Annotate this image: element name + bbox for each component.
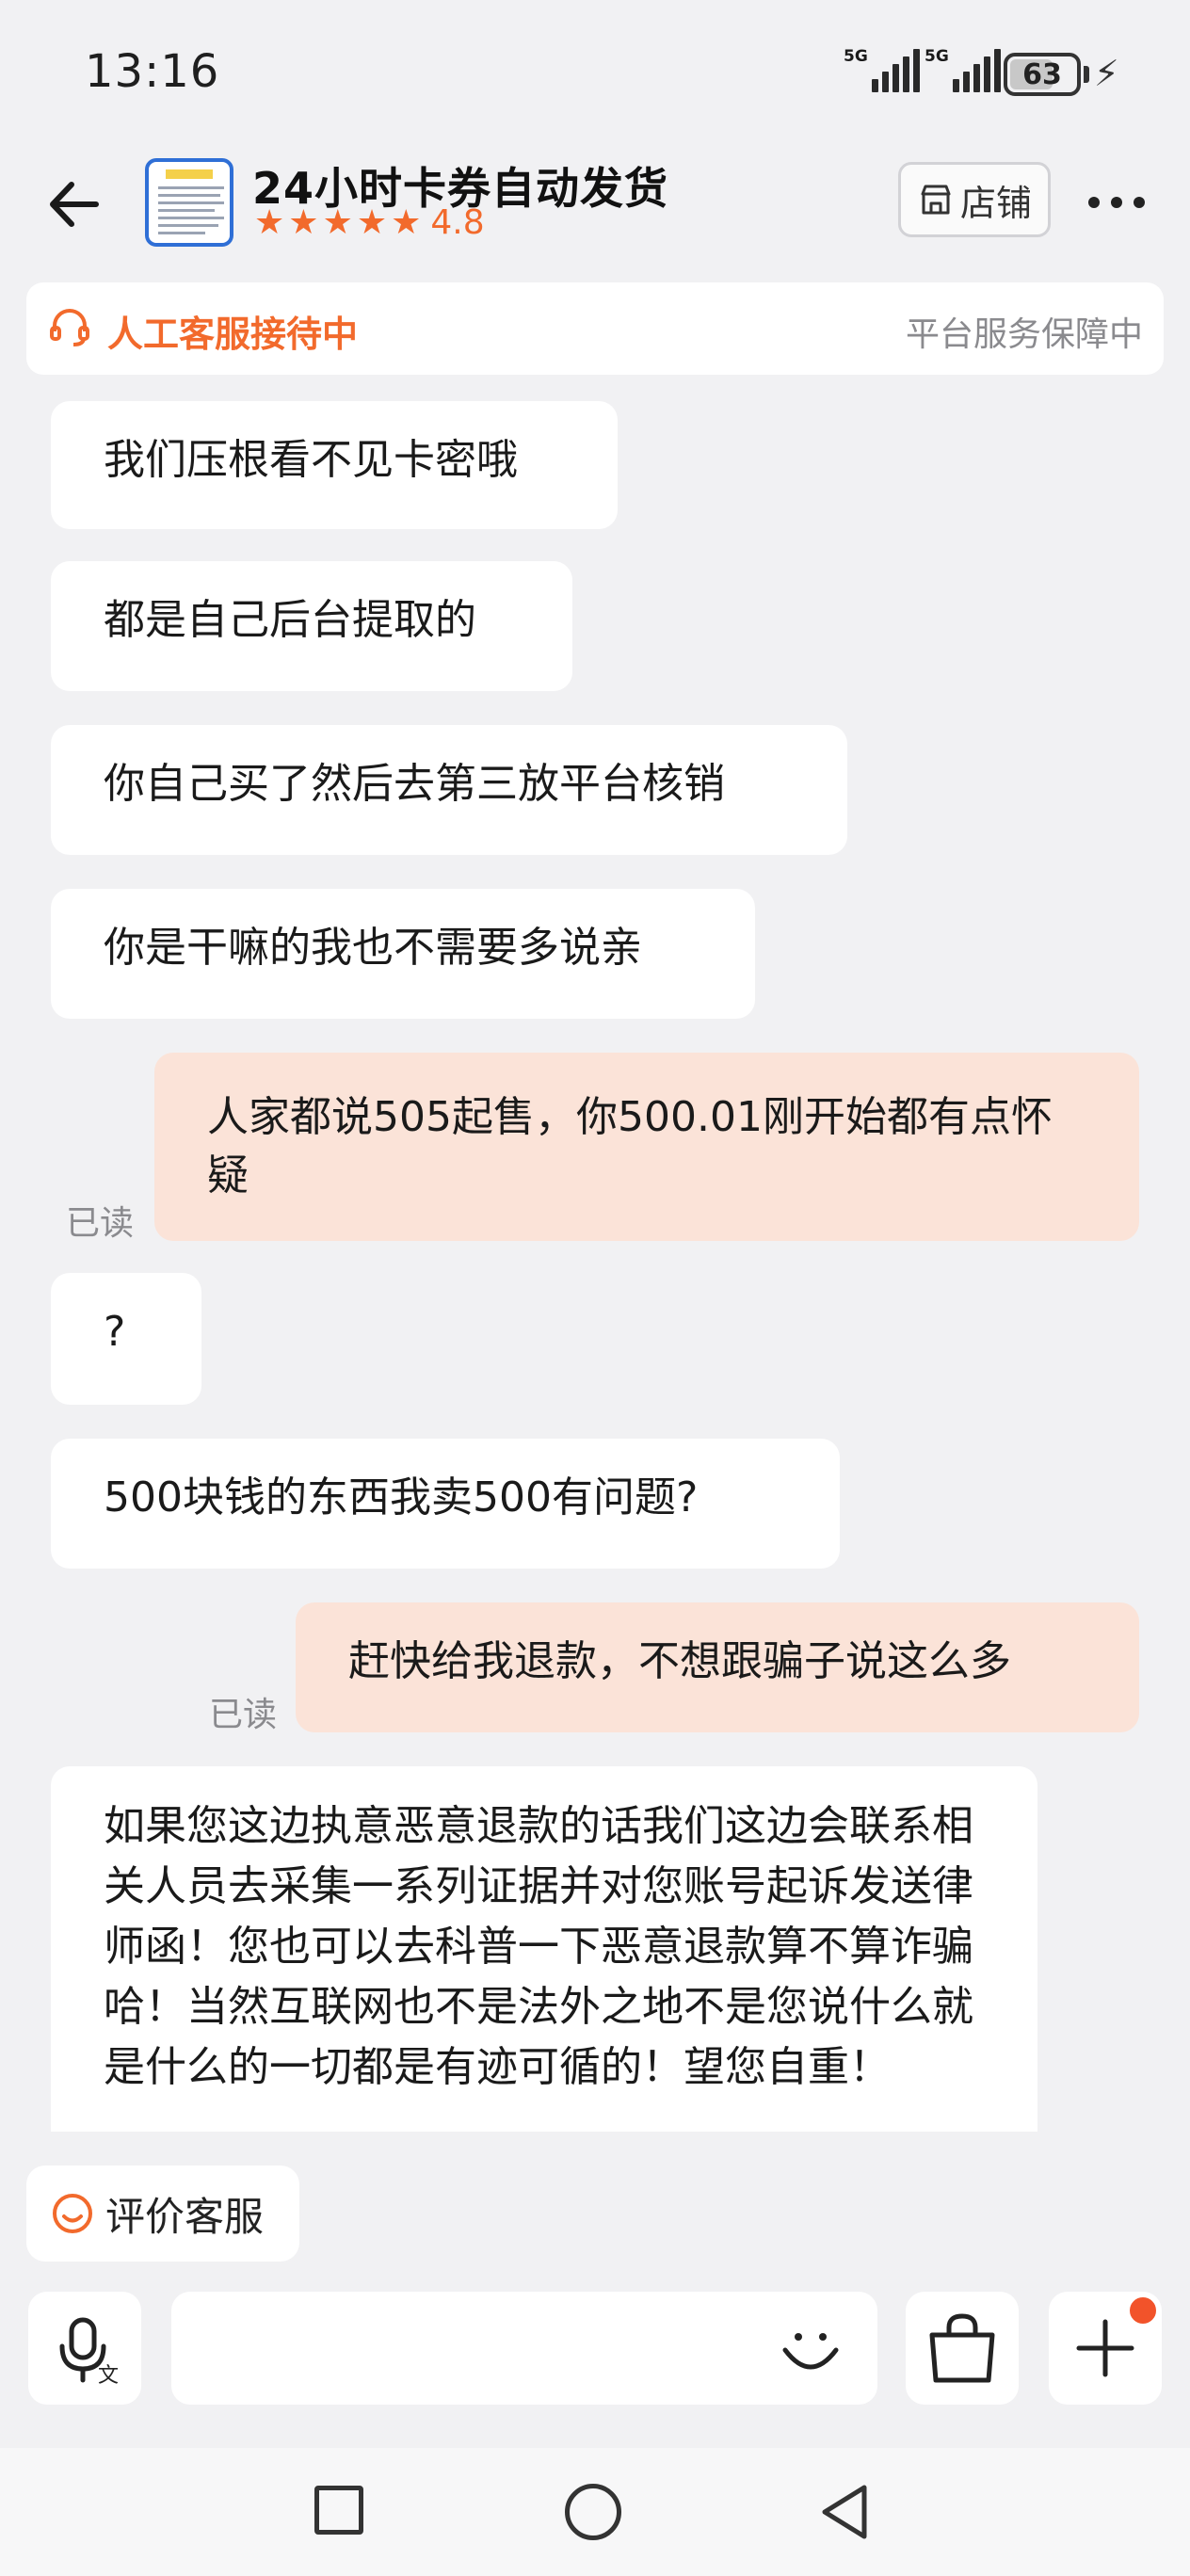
battery-icon: 63 [1004, 53, 1081, 96]
read-receipt: 已读 [66, 1204, 135, 1243]
shopping-bag-button[interactable] [906, 2292, 1019, 2405]
back-arrow-icon[interactable] [41, 171, 107, 237]
message-bubble-incoming[interactable]: 500块钱的东西我卖500有问题? [51, 1439, 840, 1569]
more-icon[interactable] [1088, 179, 1145, 226]
home-icon[interactable] [565, 2484, 621, 2540]
read-receipt: 已读 [209, 1696, 278, 1734]
svg-text:文: 文 [98, 2364, 119, 2388]
signal-icon-2: 5G [925, 49, 1005, 92]
voice-input-button[interactable]: 文 [28, 2292, 141, 2405]
chat-messages[interactable]: 我们压根看不见卡密哦 都是自己后台提取的 你自己买了然后去第三放平台核销 你是干… [0, 395, 1190, 2132]
chat-header: 24小时卡券自动发货 ★ ★ ★ ★ ★ 4.8 店铺 [0, 141, 1190, 264]
star-icon: ★ [356, 202, 388, 242]
smiley-icon [53, 2194, 92, 2233]
star-icon: ★ [288, 202, 319, 242]
rating-score: 4.8 [430, 203, 485, 242]
service-banner: 人工客服接待中 平台服务保障中 [26, 282, 1164, 375]
shopping-bag-icon [929, 2313, 995, 2383]
message-bubble-incoming[interactable]: 都是自己后台提取的 [51, 561, 572, 691]
store-button[interactable]: 店铺 [898, 162, 1051, 237]
message-bubble-outgoing[interactable]: 人家都说505起售，你500.01刚开始都有点怀疑 [154, 1053, 1139, 1241]
shop-rating: ★ ★ ★ ★ ★ 4.8 [254, 203, 485, 242]
message-bubble-incoming[interactable]: 你是干嘛的我也不需要多说亲 [51, 889, 755, 1019]
recent-apps-icon[interactable] [314, 2486, 363, 2535]
emoji-icon[interactable] [778, 2316, 844, 2382]
charging-icon: ⚡ [1094, 53, 1119, 94]
message-bubble-outgoing[interactable]: 赶快给我退款，不想跟骗子说这么多 [296, 1602, 1139, 1732]
rate-service-button[interactable]: 评价客服 [26, 2165, 299, 2262]
message-input[interactable] [171, 2292, 877, 2405]
rate-service-label: 评价客服 [105, 2193, 265, 2240]
star-icon: ★ [391, 202, 422, 242]
clock: 13:16 [85, 45, 220, 98]
message-bubble-incoming[interactable]: 我们压根看不见卡密哦 [51, 401, 618, 529]
star-icon: ★ [322, 202, 353, 242]
shop-avatar[interactable] [145, 158, 233, 247]
status-bar: 13:16 5G 5G 63 ⚡ [0, 0, 1190, 141]
input-bar: 文 [0, 2282, 1190, 2414]
nav-back-icon[interactable] [817, 2482, 874, 2542]
signal-icon: 5G [844, 49, 924, 92]
battery-cap [1084, 66, 1089, 83]
message-bubble-incoming[interactable]: ? [51, 1273, 201, 1405]
star-icon: ★ [254, 202, 285, 242]
headset-icon [50, 309, 89, 346]
service-status: 人工客服接待中 [107, 314, 359, 355]
microphone-icon: 文 [59, 2317, 119, 2388]
notification-dot [1126, 2294, 1160, 2327]
system-navigation-bar [0, 2448, 1190, 2576]
message-bubble-incoming[interactable]: 如果您这边执意恶意退款的话我们这边会联系相关人员去采集一系列证据并对您账号起诉发… [51, 1766, 1037, 2132]
message-bubble-incoming[interactable]: 你自己买了然后去第三放平台核销 [51, 725, 847, 855]
store-icon [921, 185, 951, 215]
store-button-label: 店铺 [959, 182, 1032, 224]
guarantee-text[interactable]: 平台服务保障中 [906, 307, 1143, 356]
